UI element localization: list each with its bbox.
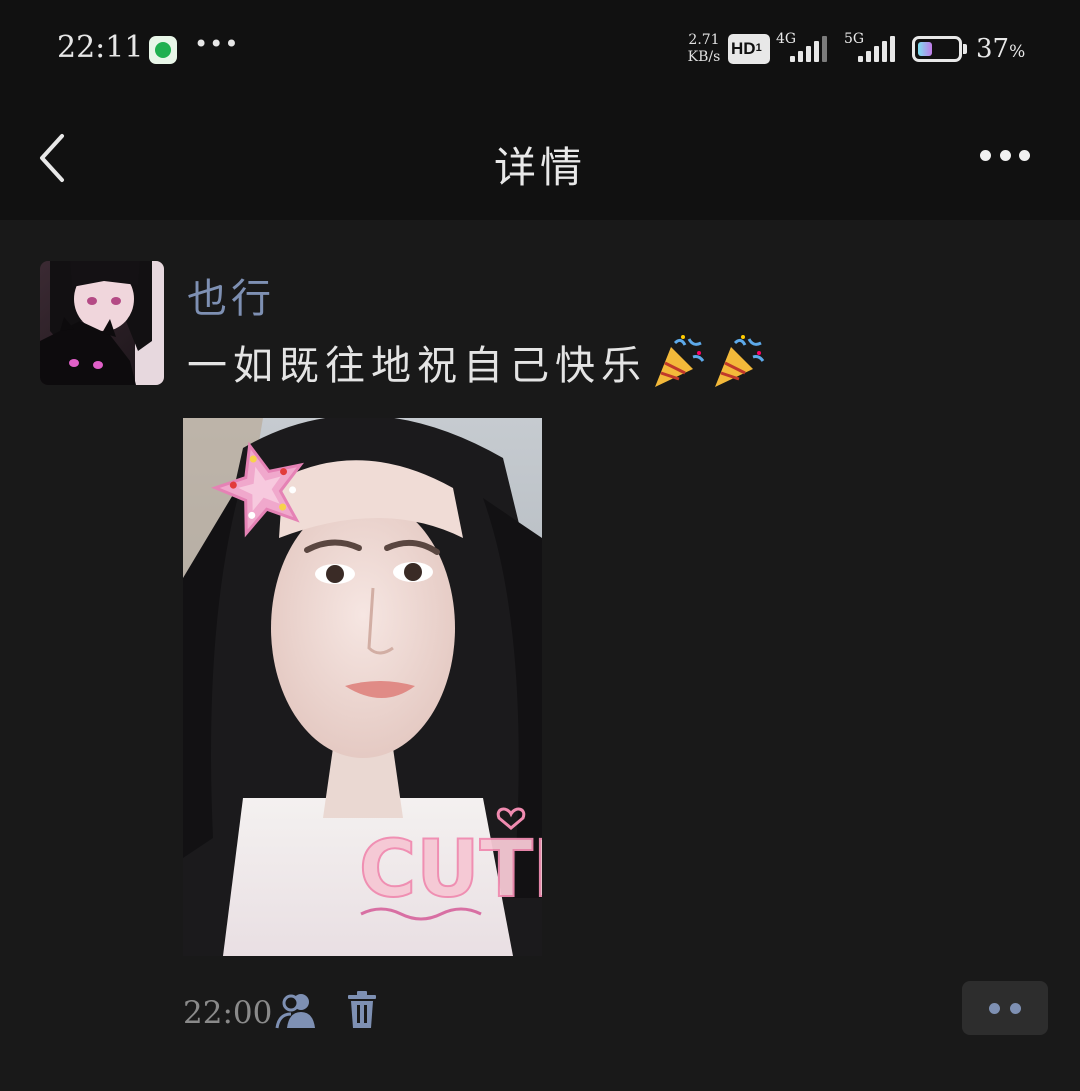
post-text: 一如既往地祝自己快乐: [187, 343, 647, 389]
battery-icon: [912, 36, 967, 62]
battery-level: [918, 42, 932, 56]
title-bar: 详情: [0, 100, 1080, 220]
selfie-image: CUTE: [183, 418, 542, 956]
party-popper-icon: [655, 335, 705, 387]
trash-icon[interactable]: [344, 990, 380, 1030]
page-title: 详情: [493, 143, 586, 192]
status-time: 22:11: [57, 30, 144, 65]
sim2-signal-icon: 5G: [844, 31, 895, 64]
network-speed: 2.71 KB/s: [684, 32, 724, 66]
network-speed-value: 2.71: [688, 32, 720, 48]
network-speed-unit: KB/s: [687, 49, 721, 65]
more-options-button[interactable]: [970, 134, 1040, 178]
wechat-notification-icon: [149, 36, 177, 64]
party-popper-icon: [715, 335, 765, 387]
friends-icon[interactable]: [275, 990, 319, 1030]
sim1-network-type: 4G: [776, 31, 797, 47]
post-author[interactable]: 也行: [187, 266, 275, 324]
more-notifications-icon: •••: [194, 30, 240, 58]
avatar-image: [40, 261, 164, 385]
status-bar: 22:11 ••• 2.71 KB/s HD1 4G 5G 37%: [0, 0, 1080, 100]
hd-voice-icon: HD1: [728, 34, 770, 64]
sim1-signal-icon: 4G: [776, 31, 827, 64]
post-timestamp: 22:00: [183, 995, 273, 1031]
comment-like-button[interactable]: [962, 981, 1048, 1035]
photo-sticker-text: CUTE: [359, 825, 542, 915]
battery-percentage: 37%: [976, 34, 1026, 64]
post-content: 一如既往地祝自己快乐: [187, 333, 767, 391]
avatar[interactable]: [40, 261, 164, 385]
post-photo[interactable]: CUTE: [183, 418, 542, 956]
sim2-network-type: 5G: [844, 31, 865, 47]
hd-badge-label: HD: [731, 39, 756, 58]
